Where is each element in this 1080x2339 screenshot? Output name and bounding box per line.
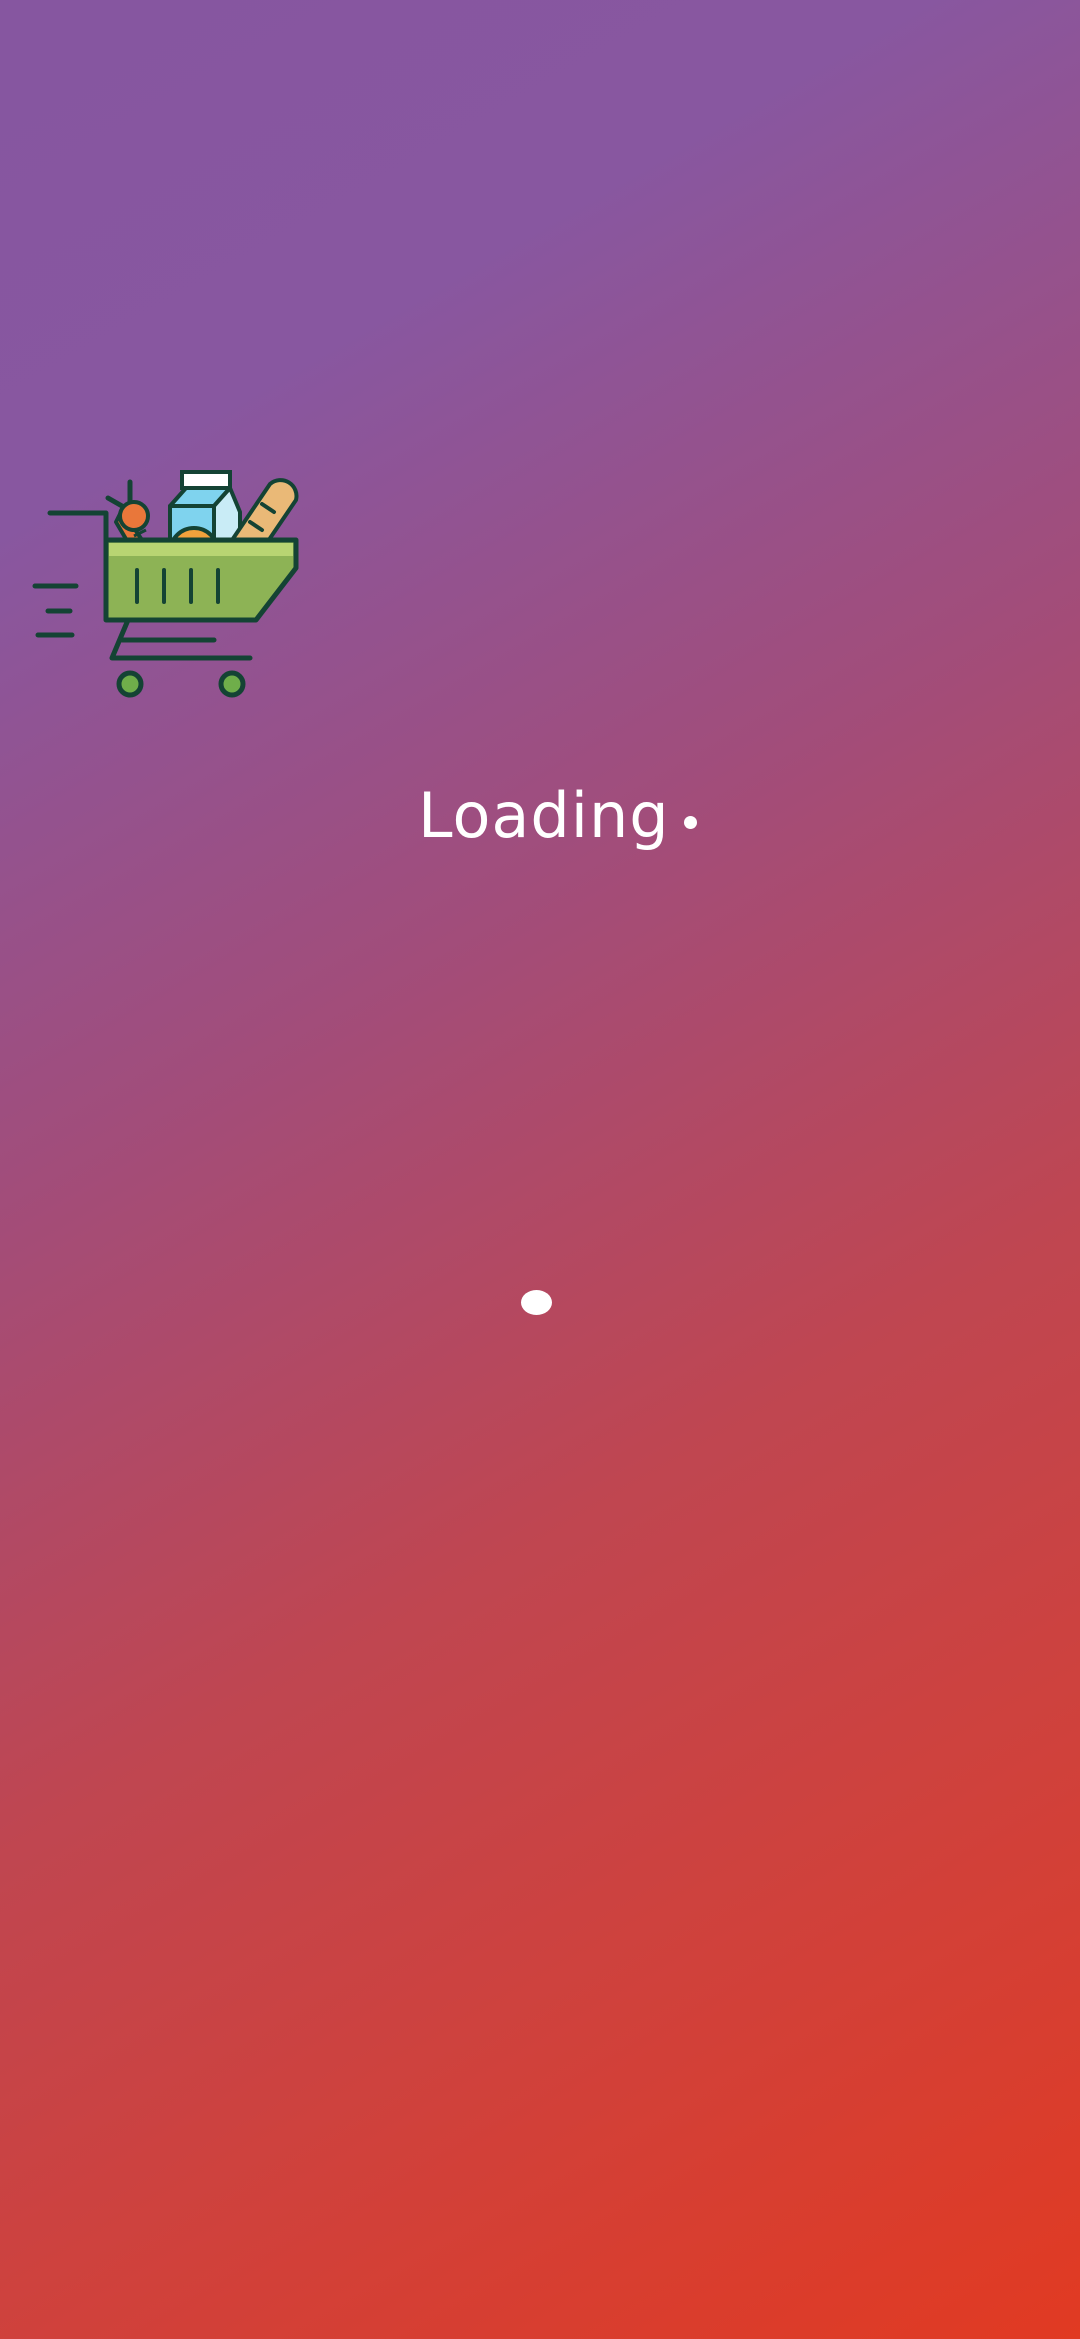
loading-dot-icon [683, 815, 697, 829]
grocery-cart-icon [30, 460, 310, 700]
splash-screen: Loading [0, 0, 1080, 2339]
loading-label: Loading [418, 778, 670, 852]
spinner-dot-icon [521, 1290, 552, 1315]
loading-indicator: Loading [418, 775, 697, 855]
